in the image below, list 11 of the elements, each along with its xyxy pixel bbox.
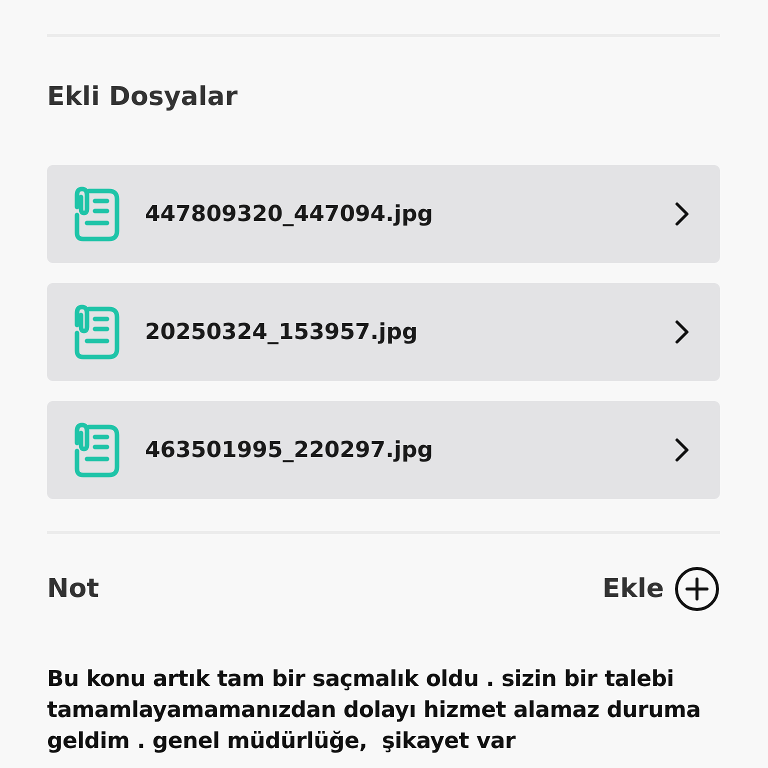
section-title: Ekli Dosyalar [47, 82, 239, 112]
add-note-button[interactable]: Ekle [602, 566, 720, 612]
chevron-right-icon [674, 437, 690, 463]
plus-circle-icon [674, 566, 720, 612]
note-text: Bu konu artık tam bir saçmalık oldu . sizin bir talebi tamamlayamamanızdan dolayı hizmet alamaz duruma geldim . genel müdürlüğe, şikayet var [47, 666, 702, 756]
section-title: Not [47, 574, 100, 604]
attachment-item[interactable]: 20250324_153957.jpg [47, 283, 720, 381]
attachment-item[interactable]: 463501995_220297.jpg [47, 401, 720, 499]
chevron-right-icon [674, 201, 690, 227]
attachment-item[interactable]: 447809320_447094.jpg [47, 165, 720, 263]
chevron-right-icon [674, 319, 690, 345]
